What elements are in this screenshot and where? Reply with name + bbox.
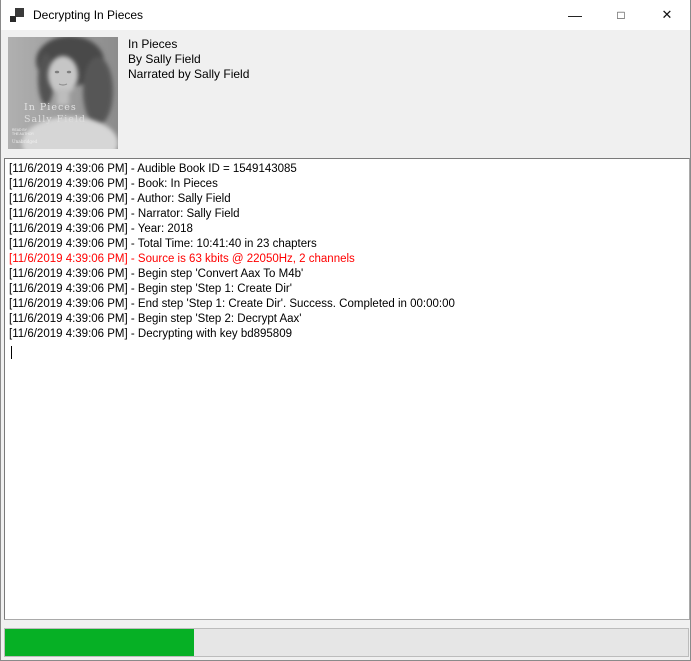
progress-bar <box>4 628 689 657</box>
log-line: [11/6/2019 4:39:06 PM] - Author: Sally F… <box>9 192 685 207</box>
book-cover-image: In Pieces Sally Field READ BY THE AUTHOR… <box>8 37 118 149</box>
book-info: In Pieces By Sally Field Narrated by Sal… <box>128 37 249 82</box>
log-line: [11/6/2019 4:39:06 PM] - Begin step 'Con… <box>9 267 685 282</box>
text-caret <box>11 346 12 359</box>
log-line: [11/6/2019 4:39:06 PM] - Book: In Pieces <box>9 177 685 192</box>
app-window: Decrypting In Pieces — □ ✕ <box>0 0 691 661</box>
portrait-illustration: In Pieces Sally Field READ BY THE AUTHOR… <box>8 37 118 149</box>
cover-title-text: In Pieces <box>24 102 77 113</box>
title-bar: Decrypting In Pieces — □ ✕ <box>1 0 690 30</box>
log-line: [11/6/2019 4:39:06 PM] - Audible Book ID… <box>9 162 685 177</box>
book-author: By Sally Field <box>128 52 249 67</box>
log-line: [11/6/2019 4:39:06 PM] - Source is 63 kb… <box>9 252 685 267</box>
log-line: [11/6/2019 4:39:06 PM] - Begin step 'Ste… <box>9 312 685 327</box>
log-line: [11/6/2019 4:39:06 PM] - End step 'Step … <box>9 297 685 312</box>
cover-readby-line2: THE AUTHOR <box>12 132 34 136</box>
app-icon <box>10 8 24 22</box>
cover-edition-text: Unabridged <box>12 139 38 144</box>
log-line: [11/6/2019 4:39:06 PM] - Total Time: 10:… <box>9 237 685 252</box>
minimize-icon[interactable]: — <box>552 0 598 30</box>
progress-fill <box>5 629 194 656</box>
cover-author-text: Sally Field <box>24 114 86 125</box>
window-title: Decrypting In Pieces <box>33 8 143 22</box>
log-line: [11/6/2019 4:39:06 PM] - Decrypting with… <box>9 327 685 342</box>
maximize-icon[interactable]: □ <box>598 0 644 30</box>
window-controls: — □ ✕ <box>552 0 690 30</box>
close-icon[interactable]: ✕ <box>644 0 690 30</box>
log-textbox[interactable]: [11/6/2019 4:39:06 PM] - Audible Book ID… <box>4 158 690 620</box>
log-line: [11/6/2019 4:39:06 PM] - Year: 2018 <box>9 222 685 237</box>
log-line: [11/6/2019 4:39:06 PM] - Narrator: Sally… <box>9 207 685 222</box>
book-narrator: Narrated by Sally Field <box>128 67 249 82</box>
log-line: [11/6/2019 4:39:06 PM] - Begin step 'Ste… <box>9 282 685 297</box>
book-title: In Pieces <box>128 37 249 52</box>
